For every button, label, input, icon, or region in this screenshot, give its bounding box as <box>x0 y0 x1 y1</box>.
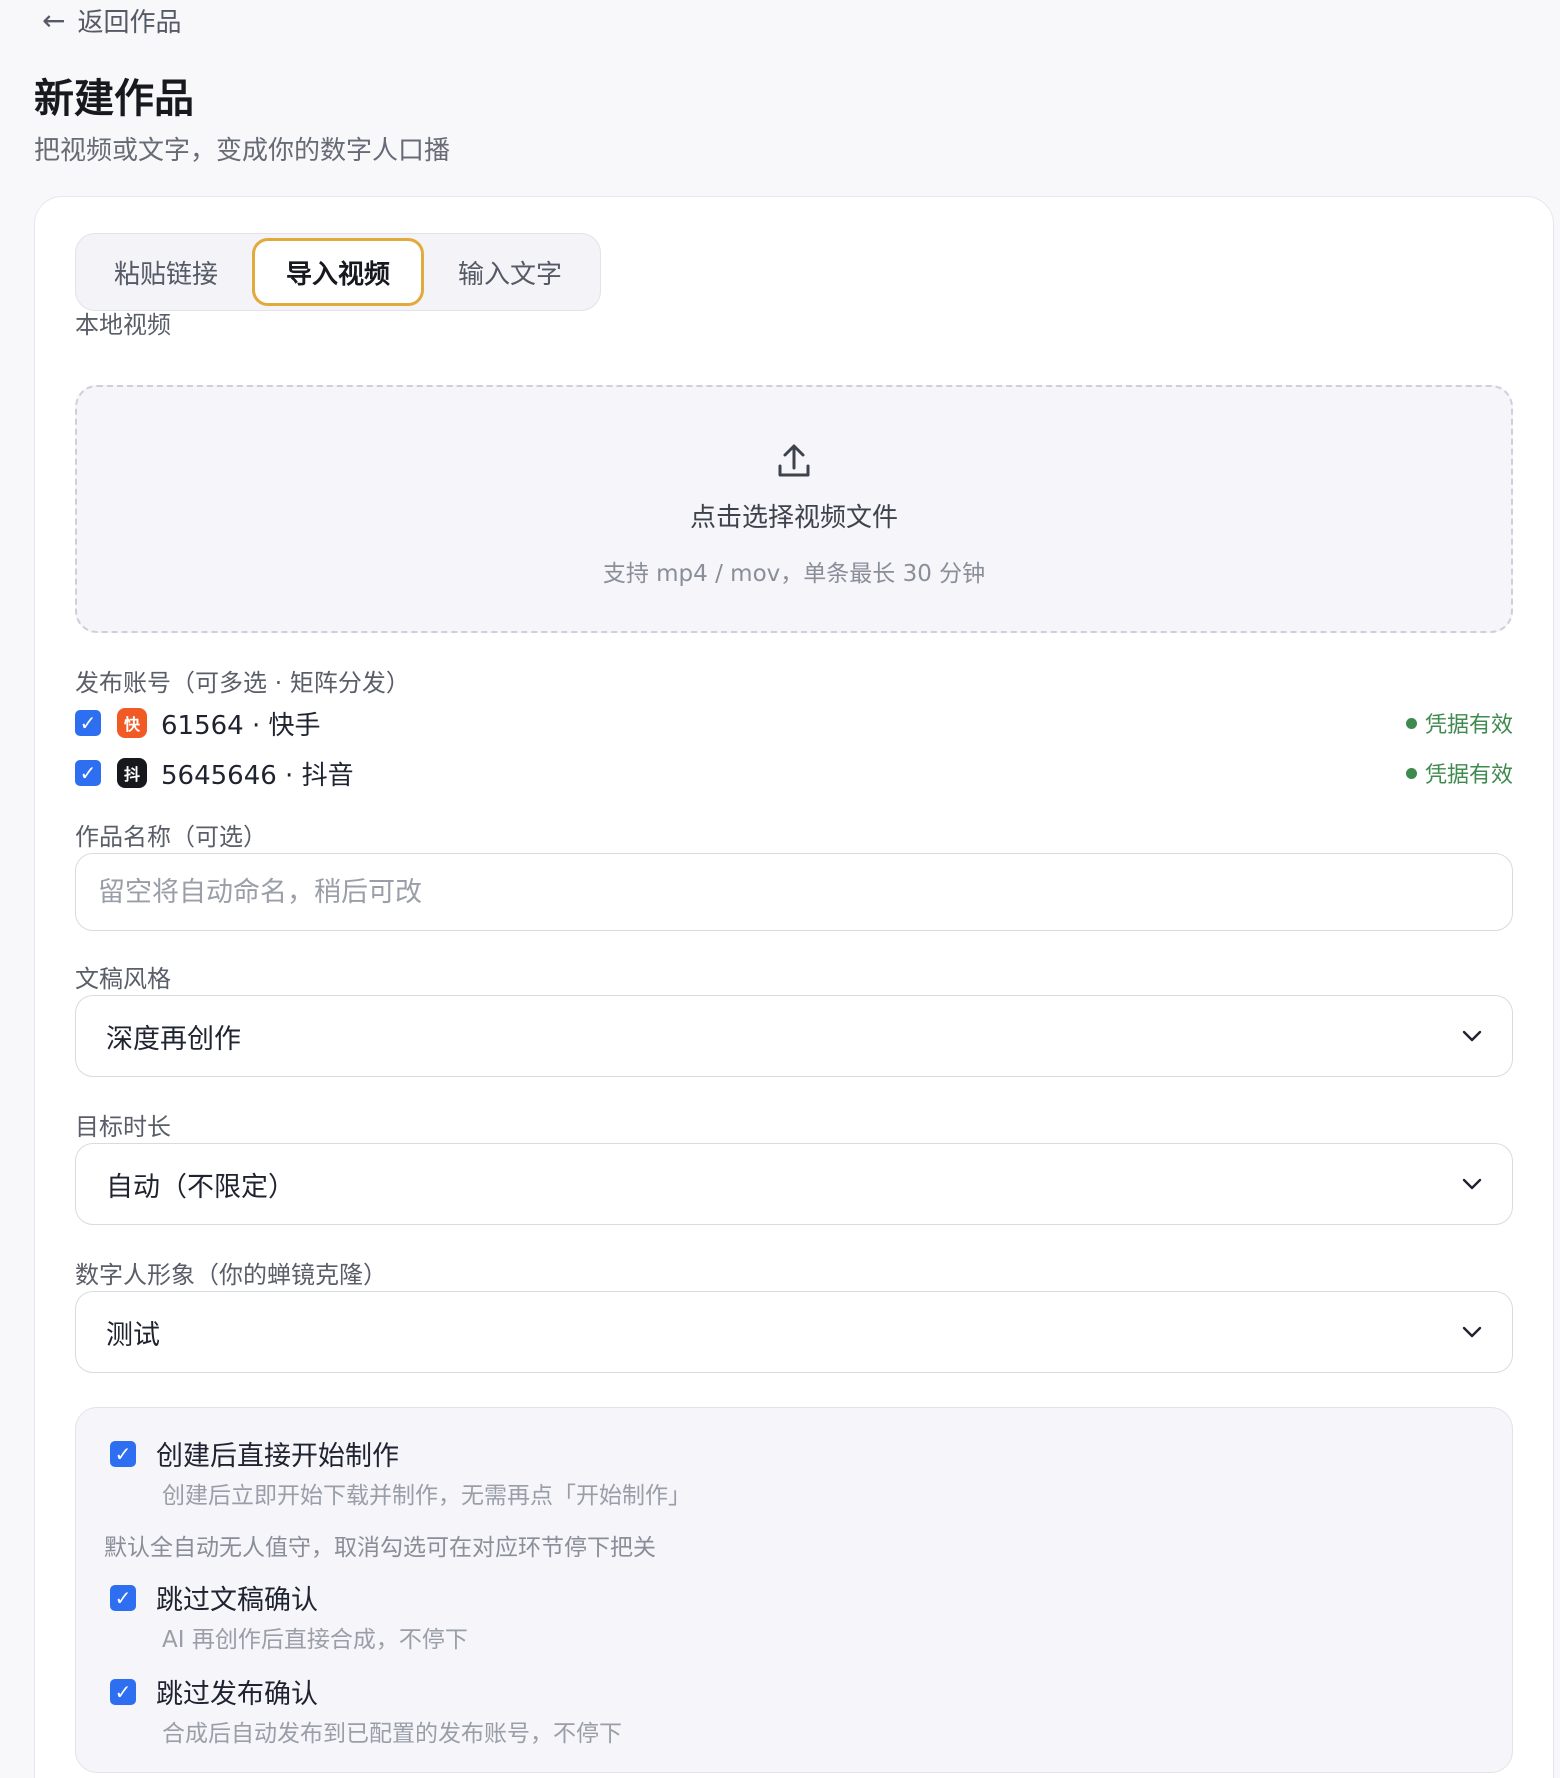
back-link-label: 返回作品 <box>77 8 182 38</box>
target-duration-label: 目标时长 <box>75 1113 171 1141</box>
avatar-label: 数字人形象（你的蝉镜克隆） <box>75 1261 387 1289</box>
back-to-works-link[interactable]: ← 返回作品 <box>42 2 181 39</box>
kuaishou-icon: 快 <box>117 708 147 738</box>
avatar-value: 测试 <box>106 1319 160 1351</box>
option-skip-script-confirm[interactable]: ✓ 跳过文稿确认 <box>110 1578 318 1617</box>
option-description: 合成后自动发布到已配置的发布账号，不停下 <box>162 1721 622 1747</box>
account-row-kuaishou: ✓ 快 61564 · 快手 凭据有效 <box>75 703 1513 743</box>
tab-import-video[interactable]: 导入视频 <box>252 238 424 306</box>
start-immediately-checkbox[interactable]: ✓ <box>110 1440 136 1467</box>
status-dot-icon <box>1405 717 1417 729</box>
publish-accounts-label: 发布账号（可多选 · 矩阵分发） <box>75 669 410 697</box>
option-title: 跳过文稿确认 <box>156 1585 318 1616</box>
skip-script-confirm-checkbox[interactable]: ✓ <box>110 1584 136 1611</box>
script-style-value: 深度再创作 <box>106 1023 241 1055</box>
credential-status: 凭据有效 <box>1405 707 1513 739</box>
script-style-label: 文稿风格 <box>75 965 171 993</box>
script-style-select[interactable]: 深度再创作 <box>75 995 1513 1077</box>
account-name: 5645646 · 抖音 <box>161 760 354 791</box>
account-name: 61564 · 快手 <box>161 710 321 741</box>
video-upload-dropzone[interactable]: 点击选择视频文件 支持 mp4 / mov，单条最长 30 分钟 <box>75 385 1513 633</box>
avatar-select[interactable]: 测试 <box>75 1291 1513 1373</box>
target-duration-select[interactable]: 自动（不限定） <box>75 1143 1513 1225</box>
chevron-down-icon <box>1462 1030 1482 1042</box>
account-row-douyin: ✓ 抖 5645646 · 抖音 凭据有效 <box>75 753 1513 793</box>
page-title: 新建作品 <box>34 76 194 122</box>
douyin-icon: 抖 <box>117 758 147 788</box>
option-description: AI 再创作后直接合成，不停下 <box>162 1627 468 1653</box>
target-duration-value: 自动（不限定） <box>106 1171 295 1203</box>
credential-status-text: 凭据有效 <box>1424 763 1513 788</box>
automation-options-panel: ✓ 创建后直接开始制作 创建后立即开始下载并制作，无需再点「开始制作」 默认全自… <box>75 1407 1513 1773</box>
local-video-label: 本地视频 <box>75 311 171 339</box>
account-checkbox-douyin[interactable]: ✓ <box>75 760 101 786</box>
upload-hint: 支持 mp4 / mov，单条最长 30 分钟 <box>602 561 986 587</box>
credential-status: 凭据有效 <box>1405 757 1513 789</box>
arrow-left-icon: ← <box>42 3 66 37</box>
upload-title: 点击选择视频文件 <box>689 503 898 533</box>
tab-input-text[interactable]: 输入文字 <box>424 238 596 306</box>
credential-status-text: 凭据有效 <box>1424 713 1513 738</box>
chevron-down-icon <box>1462 1326 1482 1338</box>
option-title: 创建后直接开始制作 <box>156 1441 399 1472</box>
skip-publish-confirm-checkbox[interactable]: ✓ <box>110 1678 136 1705</box>
option-title: 跳过发布确认 <box>156 1679 318 1710</box>
page-subtitle: 把视频或文字，变成你的数字人口播 <box>34 136 451 166</box>
upload-icon <box>778 444 810 477</box>
option-description: 创建后立即开始下载并制作，无需再点「开始制作」 <box>162 1483 691 1509</box>
account-checkbox-kuaishou[interactable]: ✓ <box>75 710 101 736</box>
automation-note: 默认全自动无人值守，取消勾选可在对应环节停下把关 <box>104 1535 656 1561</box>
option-start-immediately[interactable]: ✓ 创建后直接开始制作 <box>110 1434 399 1473</box>
status-dot-icon <box>1405 767 1417 779</box>
tab-paste-link[interactable]: 粘贴链接 <box>80 238 252 306</box>
source-tabs: 粘贴链接 导入视频 输入文字 <box>75 233 601 311</box>
chevron-down-icon <box>1462 1178 1482 1190</box>
new-work-form-card: 粘贴链接 导入视频 输入文字 本地视频 点击选择视频文件 支持 mp4 / mo… <box>34 196 1554 1778</box>
work-name-input[interactable] <box>75 853 1513 931</box>
work-name-label: 作品名称（可选） <box>75 823 267 851</box>
option-skip-publish-confirm[interactable]: ✓ 跳过发布确认 <box>110 1672 318 1711</box>
